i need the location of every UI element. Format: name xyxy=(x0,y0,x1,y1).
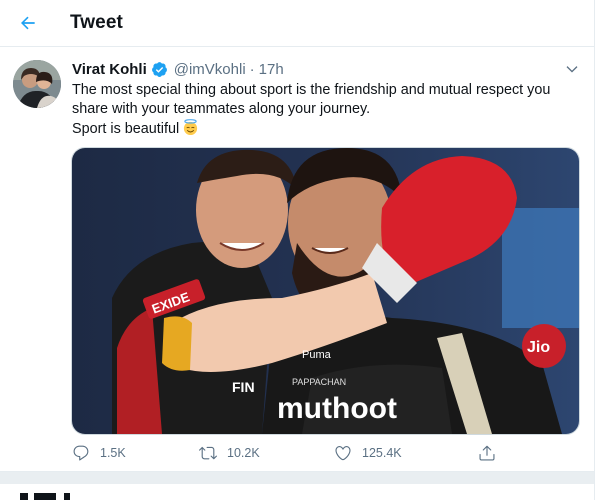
reply-button[interactable]: 1.5K xyxy=(72,444,126,462)
tweet-text-line-3-content: Sport is beautiful xyxy=(72,121,180,137)
tweet-text-line-3: Sport is beautiful xyxy=(72,119,577,139)
jersey-sub-text: PAPPACHAN xyxy=(292,377,346,387)
side-logo-text: FIN xyxy=(232,379,255,395)
share-icon xyxy=(479,445,495,461)
retweet-button[interactable]: 10.2K xyxy=(199,444,260,462)
maker-logo-text: Puma xyxy=(302,349,332,361)
verified-badge-icon xyxy=(151,62,167,77)
tweet-media-photo[interactable]: EXIDE Jio PAPPACHAN muthoot Puma FIN xyxy=(71,147,580,435)
avatar[interactable] xyxy=(13,60,61,108)
page-header: Tweet xyxy=(0,0,594,47)
share-button[interactable] xyxy=(478,444,496,462)
author-row: Virat Kohli @imVkohli · 17h xyxy=(72,61,284,78)
like-button[interactable]: 125.4K xyxy=(334,444,402,462)
jersey-brand-text: muthoot xyxy=(277,392,397,425)
display-name[interactable]: Virat Kohli xyxy=(72,61,147,78)
chest-logo-text: Jio xyxy=(527,339,550,356)
photo-illustration: EXIDE Jio PAPPACHAN muthoot Puma FIN xyxy=(72,148,579,434)
back-button[interactable] xyxy=(10,5,46,41)
tweet-text: The most special thing about sport is th… xyxy=(72,81,577,139)
like-count: 125.4K xyxy=(362,446,402,460)
heart-icon xyxy=(335,446,351,461)
next-item-fragment xyxy=(20,493,70,500)
tweet-action-bar: 1.5K 10.2K 125.4K xyxy=(72,444,512,464)
smiling-face-with-halo-emoji-icon xyxy=(184,119,198,136)
separator-dot: · xyxy=(249,61,255,78)
arrow-left-icon xyxy=(21,16,35,30)
page-title: Tweet xyxy=(70,12,123,33)
tweet-timestamp[interactable]: 17h xyxy=(259,61,284,78)
retweet-icon xyxy=(199,446,217,460)
section-divider xyxy=(0,471,594,484)
user-handle[interactable]: @imVkohli xyxy=(174,61,246,78)
more-options-button[interactable] xyxy=(560,58,584,82)
tweet-text-line-2: share with your teammates along your jou… xyxy=(72,101,371,117)
tweet-text-line-1: The most special thing about sport is th… xyxy=(72,82,551,98)
reply-count: 1.5K xyxy=(100,446,126,460)
chevron-down-icon xyxy=(566,66,578,73)
tweet-page: Tweet Virat Kohli @imVkohli · 17h The mo… xyxy=(0,0,595,500)
reply-icon xyxy=(73,445,89,461)
retweet-count: 10.2K xyxy=(227,446,260,460)
avatar-image xyxy=(13,60,61,108)
